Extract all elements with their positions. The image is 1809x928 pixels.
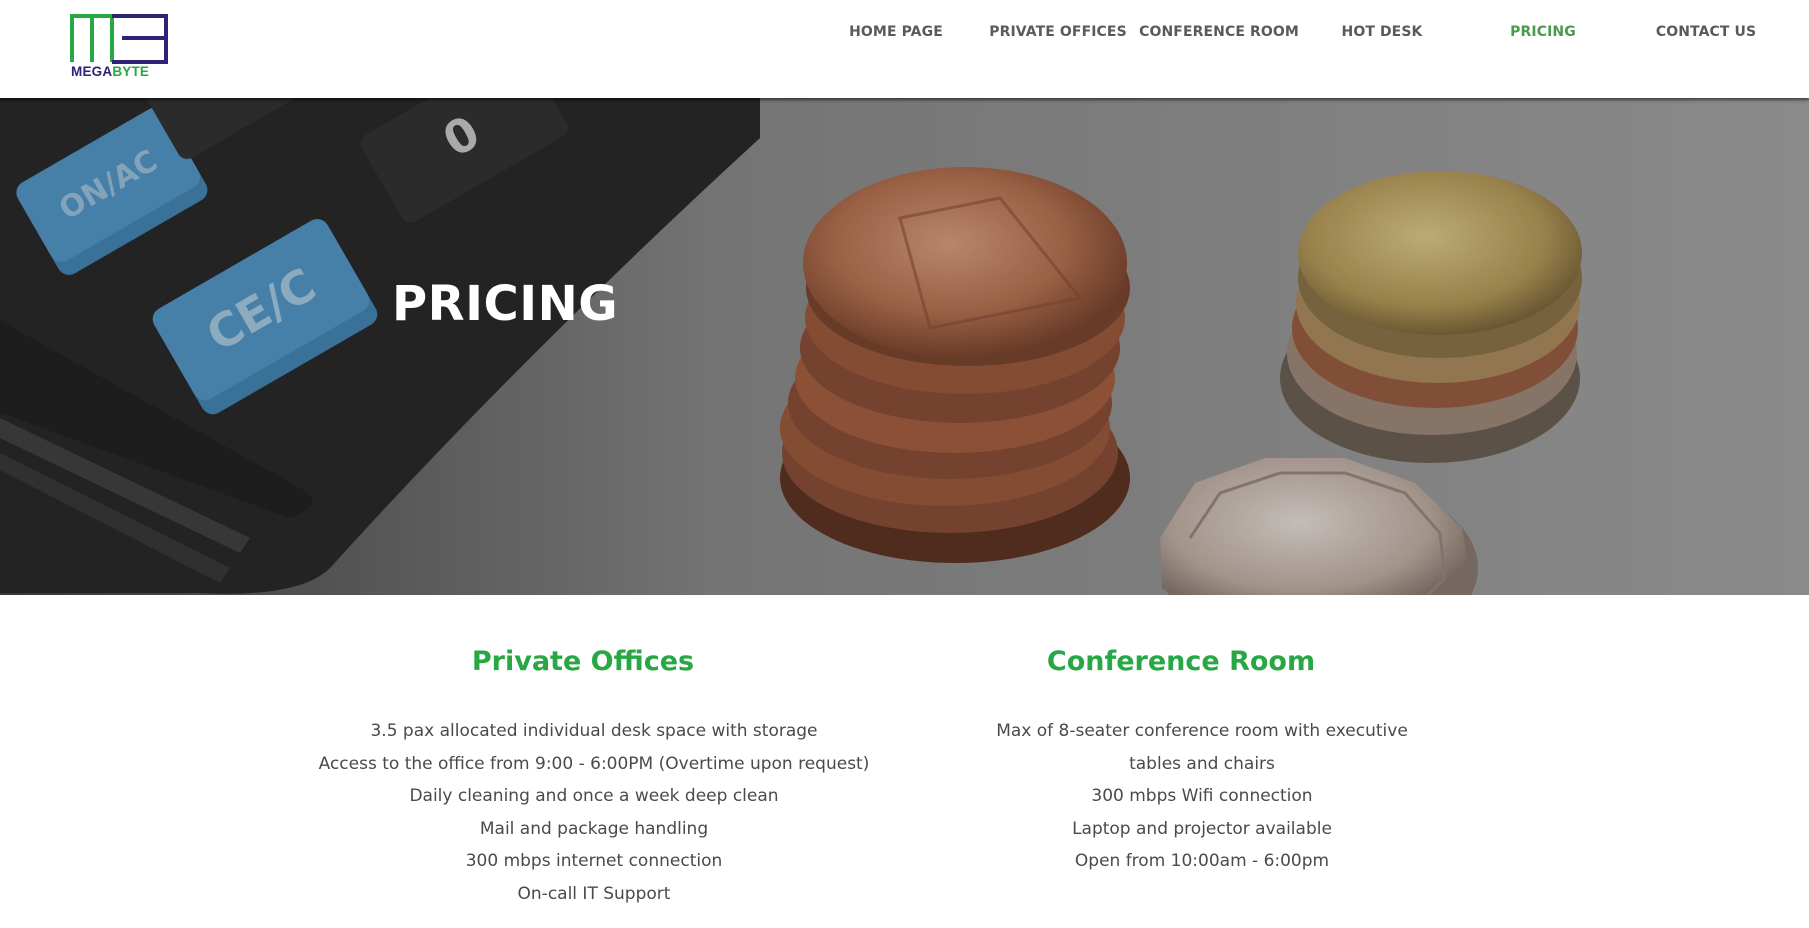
hero-banner: ON/AC CE/C 0 PRICING <box>0 98 1809 595</box>
list-item: 300 mbps internet connection <box>465 851 723 872</box>
list-item: Daily cleaning and once a week deep clea… <box>409 786 779 807</box>
nav-home-page[interactable]: HOME PAGE <box>849 24 943 40</box>
logo-word-mega: MEGA <box>71 64 113 79</box>
list-item: Access to the office from 9:00 - 6:00PM … <box>318 753 870 774</box>
logo-word-byte: BYTE <box>112 64 150 79</box>
nav-contact-us[interactable]: CONTACT US <box>1656 24 1756 40</box>
nav-pricing[interactable]: PRICING <box>1510 24 1576 40</box>
list-item: 3.5 pax allocated individual desk space … <box>370 721 818 741</box>
hero-title: PRICING <box>392 276 619 333</box>
conference-room-list: Max of 8-seater conference room with exe… <box>990 715 1414 878</box>
list-item: Laptop and projector available <box>1072 818 1332 839</box>
list-item: Open from 10:00am - 6:00pm <box>1074 851 1330 872</box>
hero-overlay <box>0 98 1809 595</box>
list-item: 300 mbps Wifi connection <box>1091 786 1313 807</box>
private-offices-list: 3.5 pax allocated individual desk space … <box>300 715 888 911</box>
nav-conference-room[interactable]: CONFERENCE ROOM <box>1139 24 1299 40</box>
private-offices-title: Private Offices <box>471 646 695 677</box>
list-item: On-call IT Support <box>517 883 671 904</box>
logo-wordmark: MEGABYTE <box>71 64 149 79</box>
list-item: Mail and package handling <box>479 818 709 839</box>
site-header: MEGABYTE HOME PAGE PRIVATE OFFICES CONFE… <box>0 0 1809 98</box>
nav-private-offices[interactable]: PRIVATE OFFICES <box>989 24 1127 40</box>
list-item: Max of 8-seater conference room with exe… <box>996 721 1408 774</box>
conference-room-title: Conference Room <box>1046 646 1316 677</box>
nav-hot-desk[interactable]: HOT DESK <box>1342 24 1423 40</box>
main-nav: HOME PAGE PRIVATE OFFICES CONFERENCE ROO… <box>0 0 1809 66</box>
